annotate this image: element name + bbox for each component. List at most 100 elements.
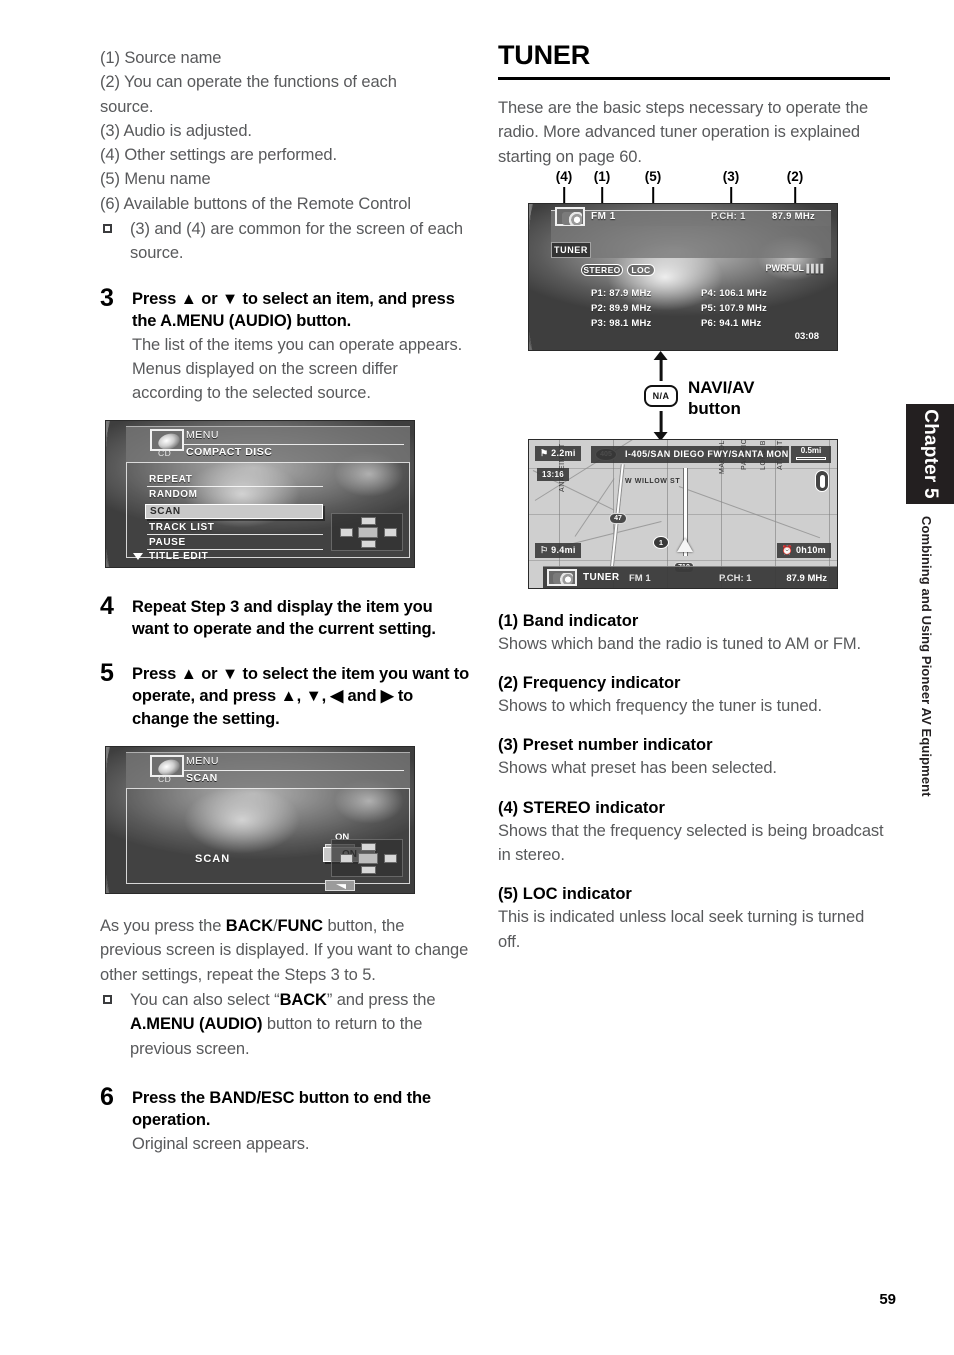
indicator-title: (4) STEREO indicator — [498, 798, 890, 819]
tuner-row-3 — [551, 241, 831, 258]
remote-dpad-hint — [331, 512, 403, 551]
vehicle-position-icon — [677, 537, 693, 552]
menu-item-title-edit[interactable]: TITLE EDIT — [149, 551, 208, 562]
tuner-callouts: (4) (1) (5) (3) (2) — [498, 168, 890, 262]
tuner-screenshot: TUNER FM 1 P.CH: 1 87.9 MHz STEREO LOC P… — [528, 202, 838, 351]
back-select-note: You can also select “BACK” and press the… — [100, 988, 470, 1061]
dpad-down-icon — [361, 866, 376, 875]
step-heading: Press the BAND/ESC button to end the ope… — [132, 1088, 431, 1130]
indicator-desc: Shows what preset has been selected. — [498, 759, 777, 778]
indicator-suffix: indicator — [590, 798, 665, 817]
map-scale-indicator: 0.5mi — [791, 445, 831, 463]
scan-header: MENU CD SCAN — [126, 752, 410, 789]
indicator-number: (3) — [498, 736, 523, 755]
note-square-icon — [103, 224, 112, 234]
page-number: 59 — [879, 1291, 896, 1308]
step-heading: Repeat Step 3 and display the item you w… — [132, 597, 436, 639]
indicator-loc: (5) LOC indicator This is indicated unle… — [498, 884, 890, 954]
dpad-up-icon — [361, 516, 376, 525]
dpad-left-icon — [340, 854, 353, 864]
cd-menu-label: MENU — [186, 428, 219, 441]
remaining-distance-value: 9.4mi — [551, 544, 576, 555]
page-title: TUNER — [498, 40, 590, 70]
navi-av-button-diagram: N/A NAVI/AV button — [498, 357, 890, 435]
chapter-tab: Chapter 5 — [906, 404, 954, 504]
preset-label: P6: — [701, 317, 717, 329]
dpad-right-icon — [384, 527, 397, 537]
remote-dpad-hint — [331, 839, 403, 878]
indicator-desc: Shows which band the radio is tuned to A… — [498, 634, 861, 653]
tuner-source-icon — [547, 568, 577, 586]
legend-item: (5) Menu name — [100, 170, 211, 189]
legend-note-text: (3) and (4) are common for the screen of… — [130, 220, 463, 263]
preset-5: P5: 107.9 MHz — [701, 303, 767, 314]
scan-option-off-label: OFF — [333, 893, 352, 894]
step-heading: Press ▲ or ▼ to select an item, and pres… — [132, 289, 455, 331]
note-square-icon — [103, 994, 112, 1004]
sound-mode-indicator: PWRFUL ▌▌▌▌ — [765, 263, 826, 273]
preset-2: P2: 89.9 MHz — [591, 303, 652, 314]
menu-item-pause[interactable]: PAUSE — [149, 537, 186, 548]
route-badge-47: 47 — [609, 512, 627, 524]
scan-down-arrow-icon[interactable] — [325, 880, 355, 892]
stereo-indicator: STEREO — [581, 263, 623, 276]
indicator-title: (1) Band indicator — [498, 611, 890, 632]
menu-item-random[interactable]: RANDOM — [149, 489, 198, 500]
legend-item: (1) Source name — [100, 49, 222, 67]
manual-page: (1) Source name (2) You can operate the … — [0, 0, 954, 1355]
step-number: 5 — [100, 658, 114, 687]
callout-2: (2) — [786, 168, 804, 184]
cd-source-label: CD — [158, 774, 172, 785]
preset-3: P3: 98.1 MHz — [591, 318, 652, 329]
preset-4: P4: 106.1 MHz — [701, 288, 767, 299]
eta-indicator: ⏰ 0h10m — [776, 542, 831, 558]
dpad-down-icon — [361, 539, 376, 548]
indicator-desc: Shows to which frequency the tuner is tu… — [498, 697, 822, 716]
cd-menu-panel: REPEAT RANDOM SCAN TRACK LIST PAUSE TITL… — [126, 461, 410, 562]
step-6: 6 Press the BAND/ESC button to end the o… — [100, 1083, 470, 1156]
callout-5: (5) — [644, 168, 662, 184]
scan-panel: SCAN ON ON OFF — [126, 788, 410, 892]
preset-value: 94.1 MHz — [719, 317, 762, 329]
navi-av-key[interactable]: N/A — [644, 384, 678, 407]
preset-value: 98.1 MHz — [609, 317, 652, 329]
dpad-right-icon — [384, 854, 397, 864]
navi-av-label: NAVI/AV button — [688, 377, 754, 419]
preset-1: P1: 87.9 MHz — [591, 288, 652, 299]
indicator-name: Preset number — [522, 736, 639, 755]
left-column: (1) Source name (2) You can operate the … — [100, 46, 470, 1156]
dpad-left-icon — [340, 527, 353, 537]
eta-value: 0h10m — [795, 544, 826, 555]
indicator-title: (2) Frequency indicator — [498, 673, 890, 694]
preset-value: 87.9 MHz — [609, 287, 652, 299]
distance-to-turn-value: 2.2mi — [551, 447, 576, 458]
dpad-up-icon — [361, 843, 376, 852]
menu-divider — [147, 548, 323, 550]
preset-label: P5: — [701, 302, 717, 314]
menu-item-scan-highlight[interactable]: SCAN — [145, 503, 323, 519]
indicator-name: Band — [522, 611, 564, 630]
back-select-note-text: You can also select “BACK” and press the… — [130, 990, 436, 1058]
callout-1: (1) — [593, 168, 611, 184]
distance-to-turn: ⚑ 2.2mi — [535, 445, 581, 461]
tuner-intro: These are the basic steps necessary to o… — [498, 99, 869, 166]
legend-note: (3) and (4) are common for the screen of… — [100, 217, 470, 266]
indicator-desc: Shows that the frequency selected is bei… — [498, 821, 884, 865]
compass-icon[interactable] — [815, 469, 829, 492]
street-name-bar: I-405/SAN DIEGO FWY/SANTA MON... — [591, 445, 789, 463]
preset-label: P1: — [591, 287, 607, 299]
indicator-frequency: (2) Frequency indicator Shows to which f… — [498, 673, 890, 718]
preset-value: 107.9 MHz — [719, 302, 767, 314]
map-scale-bar — [796, 456, 826, 460]
step-3: 3 Press ▲ or ▼ to select an item, and pr… — [100, 284, 470, 406]
menu-item-repeat[interactable]: REPEAT — [149, 474, 192, 485]
cd-menu-title: COMPACT DISC — [186, 445, 273, 458]
menu-item-track-list[interactable]: TRACK LIST — [149, 522, 214, 533]
scan-title: SCAN — [186, 772, 218, 785]
indicator-suffix: indicator — [638, 736, 713, 755]
indicator-desc: This is indicated unless local seek turn… — [498, 908, 865, 951]
indicator-number: (1) — [498, 611, 523, 630]
scroll-down-icon[interactable] — [133, 552, 143, 560]
step-number: 3 — [100, 283, 114, 312]
indicator-preset-number: (3) Preset number indicator Shows what p… — [498, 735, 890, 780]
